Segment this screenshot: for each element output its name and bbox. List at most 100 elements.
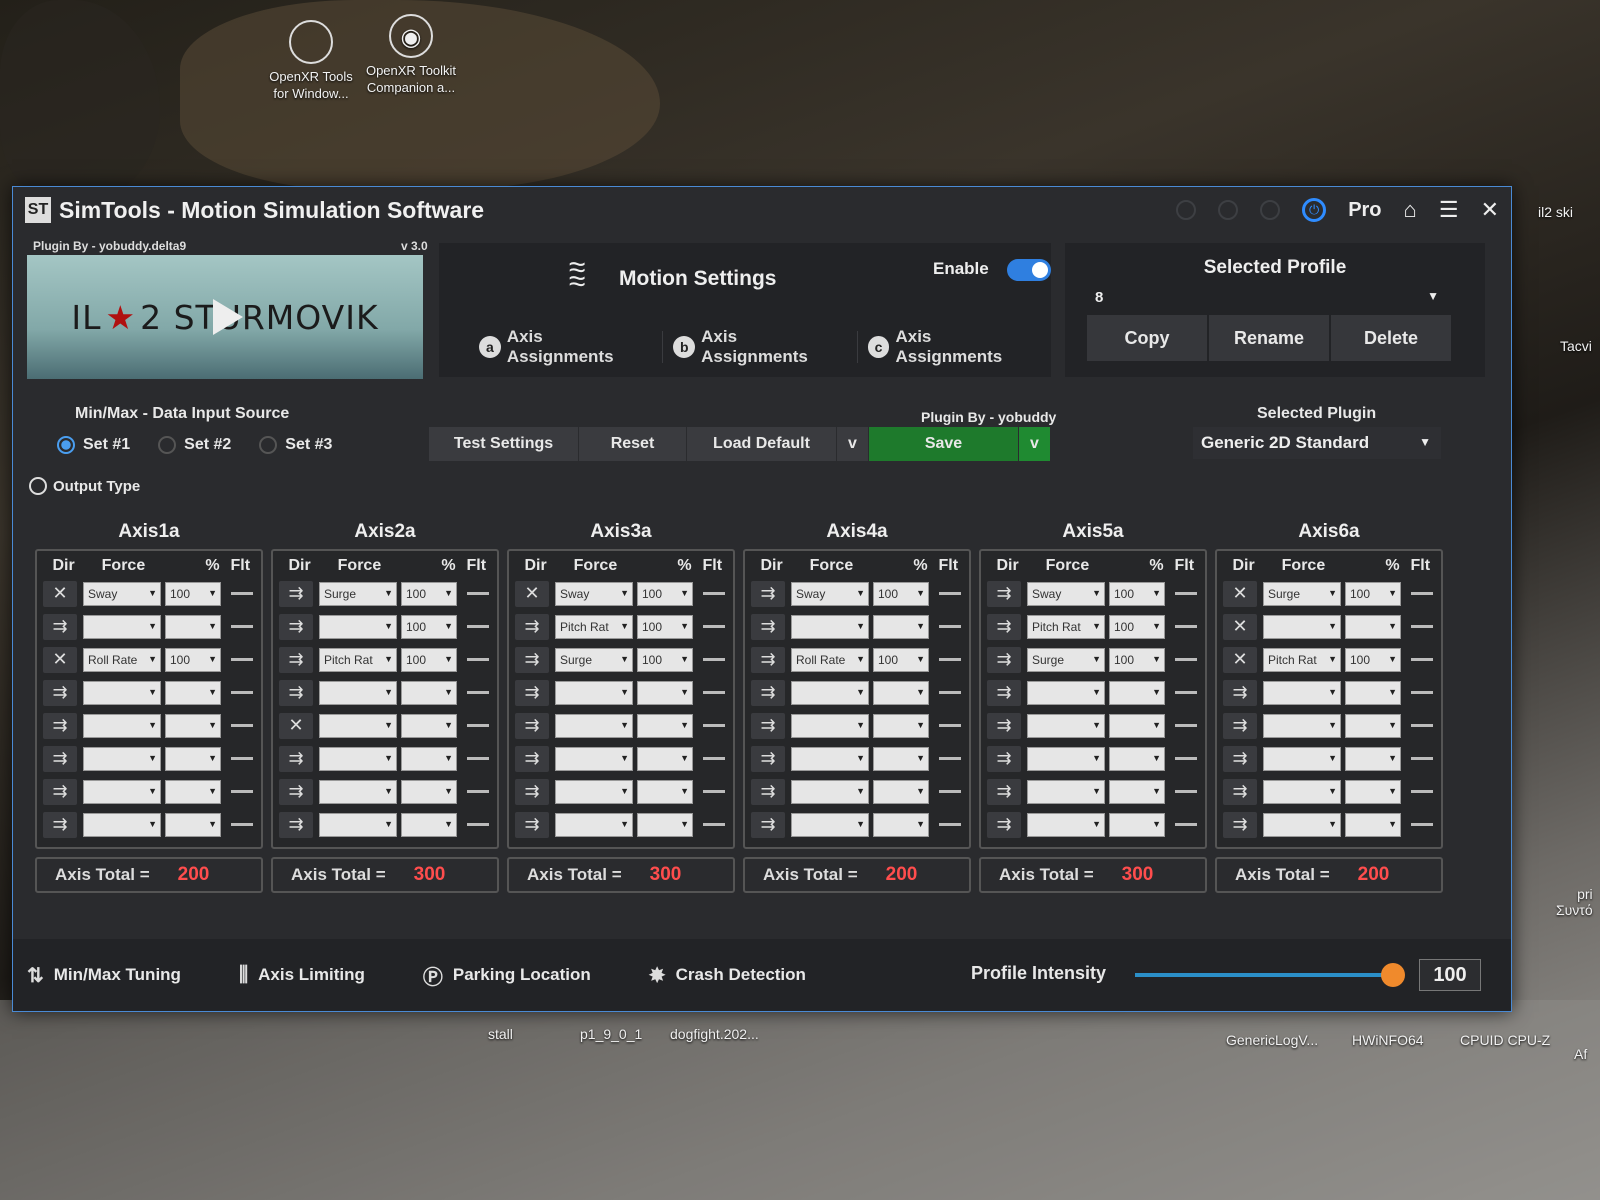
percent-select[interactable]: 100 ▼ bbox=[873, 581, 929, 606]
direction-arrows-icon[interactable]: ⇉ bbox=[751, 580, 785, 607]
shuffle-icon[interactable]: ✕ bbox=[1223, 580, 1257, 607]
force-select[interactable]: ▼ bbox=[83, 614, 161, 639]
filter-button[interactable] bbox=[1411, 757, 1433, 760]
reset-button[interactable]: Reset bbox=[579, 427, 687, 461]
filter-button[interactable] bbox=[1411, 625, 1433, 628]
force-select[interactable]: Surge ▼ bbox=[1263, 581, 1341, 606]
filter-button[interactable] bbox=[1175, 658, 1197, 661]
filter-button[interactable] bbox=[703, 625, 725, 628]
percent-select[interactable]: ▼ bbox=[165, 746, 221, 771]
filter-button[interactable] bbox=[231, 757, 253, 760]
shuffle-icon[interactable]: ✕ bbox=[279, 712, 313, 739]
percent-select[interactable]: 100 ▼ bbox=[401, 647, 457, 672]
direction-arrows-icon[interactable]: ⇉ bbox=[987, 778, 1021, 805]
filter-button[interactable] bbox=[467, 625, 489, 628]
force-select[interactable]: Pitch Rat ▼ bbox=[555, 614, 633, 639]
force-select[interactable]: ▼ bbox=[83, 779, 161, 804]
filter-button[interactable] bbox=[231, 724, 253, 727]
filter-button[interactable] bbox=[231, 592, 253, 595]
direction-arrows-icon[interactable]: ⇉ bbox=[987, 580, 1021, 607]
force-select[interactable]: Pitch Rat ▼ bbox=[1263, 647, 1341, 672]
force-select[interactable]: Sway ▼ bbox=[83, 581, 161, 606]
menu-icon[interactable]: ☰ bbox=[1439, 197, 1459, 223]
percent-select[interactable]: 100 ▼ bbox=[1109, 647, 1165, 672]
filter-button[interactable] bbox=[467, 592, 489, 595]
force-select[interactable]: ▼ bbox=[555, 713, 633, 738]
percent-select[interactable]: 100 ▼ bbox=[637, 647, 693, 672]
force-select[interactable]: ▼ bbox=[555, 779, 633, 804]
percent-select[interactable]: ▼ bbox=[1345, 779, 1401, 804]
power-icon[interactable]: ⏻ bbox=[1302, 198, 1327, 222]
percent-select[interactable]: ▼ bbox=[401, 680, 457, 705]
filter-button[interactable] bbox=[467, 724, 489, 727]
direction-arrows-icon[interactable]: ⇉ bbox=[515, 679, 549, 706]
filter-button[interactable] bbox=[939, 823, 961, 826]
force-select[interactable]: ▼ bbox=[791, 680, 869, 705]
percent-select[interactable]: 100 ▼ bbox=[637, 614, 693, 639]
percent-select[interactable]: ▼ bbox=[1109, 746, 1165, 771]
direction-arrows-icon[interactable]: ⇉ bbox=[515, 778, 549, 805]
shuffle-icon[interactable]: ✕ bbox=[43, 580, 77, 607]
filter-button[interactable] bbox=[1411, 790, 1433, 793]
filter-button[interactable] bbox=[231, 625, 253, 628]
percent-select[interactable]: ▼ bbox=[1345, 746, 1401, 771]
percent-select[interactable]: ▼ bbox=[1109, 713, 1165, 738]
set-3-radio[interactable]: Set #3 bbox=[259, 436, 332, 454]
direction-arrows-icon[interactable]: ⇉ bbox=[515, 613, 549, 640]
percent-select[interactable]: 100 ▼ bbox=[637, 581, 693, 606]
filter-button[interactable] bbox=[939, 790, 961, 793]
force-select[interactable]: ▼ bbox=[319, 713, 397, 738]
desktop-label[interactable]: Tacvi bbox=[1560, 338, 1592, 354]
percent-select[interactable]: ▼ bbox=[165, 614, 221, 639]
percent-select[interactable]: ▼ bbox=[873, 614, 929, 639]
profile-intensity-value[interactable]: 100 bbox=[1419, 959, 1481, 991]
direction-arrows-icon[interactable]: ⇉ bbox=[279, 580, 313, 607]
filter-button[interactable] bbox=[231, 691, 253, 694]
force-select[interactable]: ▼ bbox=[83, 713, 161, 738]
filter-button[interactable] bbox=[939, 757, 961, 760]
percent-select[interactable]: ▼ bbox=[165, 680, 221, 705]
play-icon[interactable] bbox=[213, 299, 243, 335]
percent-select[interactable]: ▼ bbox=[637, 713, 693, 738]
force-select[interactable]: ▼ bbox=[319, 614, 397, 639]
force-select[interactable]: ▼ bbox=[1263, 779, 1341, 804]
save-dropdown[interactable]: v bbox=[1019, 427, 1051, 461]
direction-arrows-icon[interactable]: ⇉ bbox=[43, 712, 77, 739]
percent-select[interactable]: 100 ▼ bbox=[401, 614, 457, 639]
filter-button[interactable] bbox=[467, 757, 489, 760]
filter-button[interactable] bbox=[703, 757, 725, 760]
percent-select[interactable]: ▼ bbox=[401, 812, 457, 837]
desktop-label[interactable]: CPUID CPU-Z bbox=[1460, 1032, 1550, 1048]
percent-select[interactable]: ▼ bbox=[165, 812, 221, 837]
force-select[interactable]: ▼ bbox=[1027, 779, 1105, 804]
save-button[interactable]: Save bbox=[869, 427, 1019, 461]
percent-select[interactable]: ▼ bbox=[401, 713, 457, 738]
filter-button[interactable] bbox=[939, 592, 961, 595]
filter-button[interactable] bbox=[703, 790, 725, 793]
filter-button[interactable] bbox=[231, 790, 253, 793]
force-select[interactable]: Pitch Rat ▼ bbox=[1027, 614, 1105, 639]
close-icon[interactable]: ✕ bbox=[1481, 197, 1499, 223]
desktop-icon-openxr-toolkit[interactable]: ◉ OpenXR Toolkit Companion a... bbox=[356, 14, 466, 96]
profile-intensity-slider[interactable] bbox=[1135, 973, 1401, 977]
force-select[interactable]: ▼ bbox=[83, 812, 161, 837]
tab-axis-assignments-c[interactable]: c Axis Assignments bbox=[858, 327, 1051, 366]
direction-arrows-icon[interactable]: ⇉ bbox=[279, 646, 313, 673]
slider-knob[interactable] bbox=[1381, 963, 1405, 987]
force-select[interactable]: ▼ bbox=[1263, 746, 1341, 771]
profile-select[interactable]: 8 ▼ bbox=[1087, 283, 1447, 313]
desktop-label[interactable]: Af bbox=[1574, 1046, 1587, 1062]
percent-select[interactable]: ▼ bbox=[637, 746, 693, 771]
percent-select[interactable]: ▼ bbox=[165, 713, 221, 738]
force-select[interactable]: ▼ bbox=[1263, 680, 1341, 705]
direction-arrows-icon[interactable]: ⇉ bbox=[987, 613, 1021, 640]
filter-button[interactable] bbox=[1175, 625, 1197, 628]
percent-select[interactable]: ▼ bbox=[1109, 812, 1165, 837]
percent-select[interactable]: 100 ▼ bbox=[1345, 581, 1401, 606]
force-select[interactable]: ▼ bbox=[1263, 713, 1341, 738]
direction-arrows-icon[interactable]: ⇉ bbox=[279, 613, 313, 640]
force-select[interactable]: ▼ bbox=[1263, 812, 1341, 837]
direction-arrows-icon[interactable]: ⇉ bbox=[279, 811, 313, 838]
force-select[interactable]: ▼ bbox=[555, 680, 633, 705]
pro-label[interactable]: Pro bbox=[1348, 199, 1381, 222]
